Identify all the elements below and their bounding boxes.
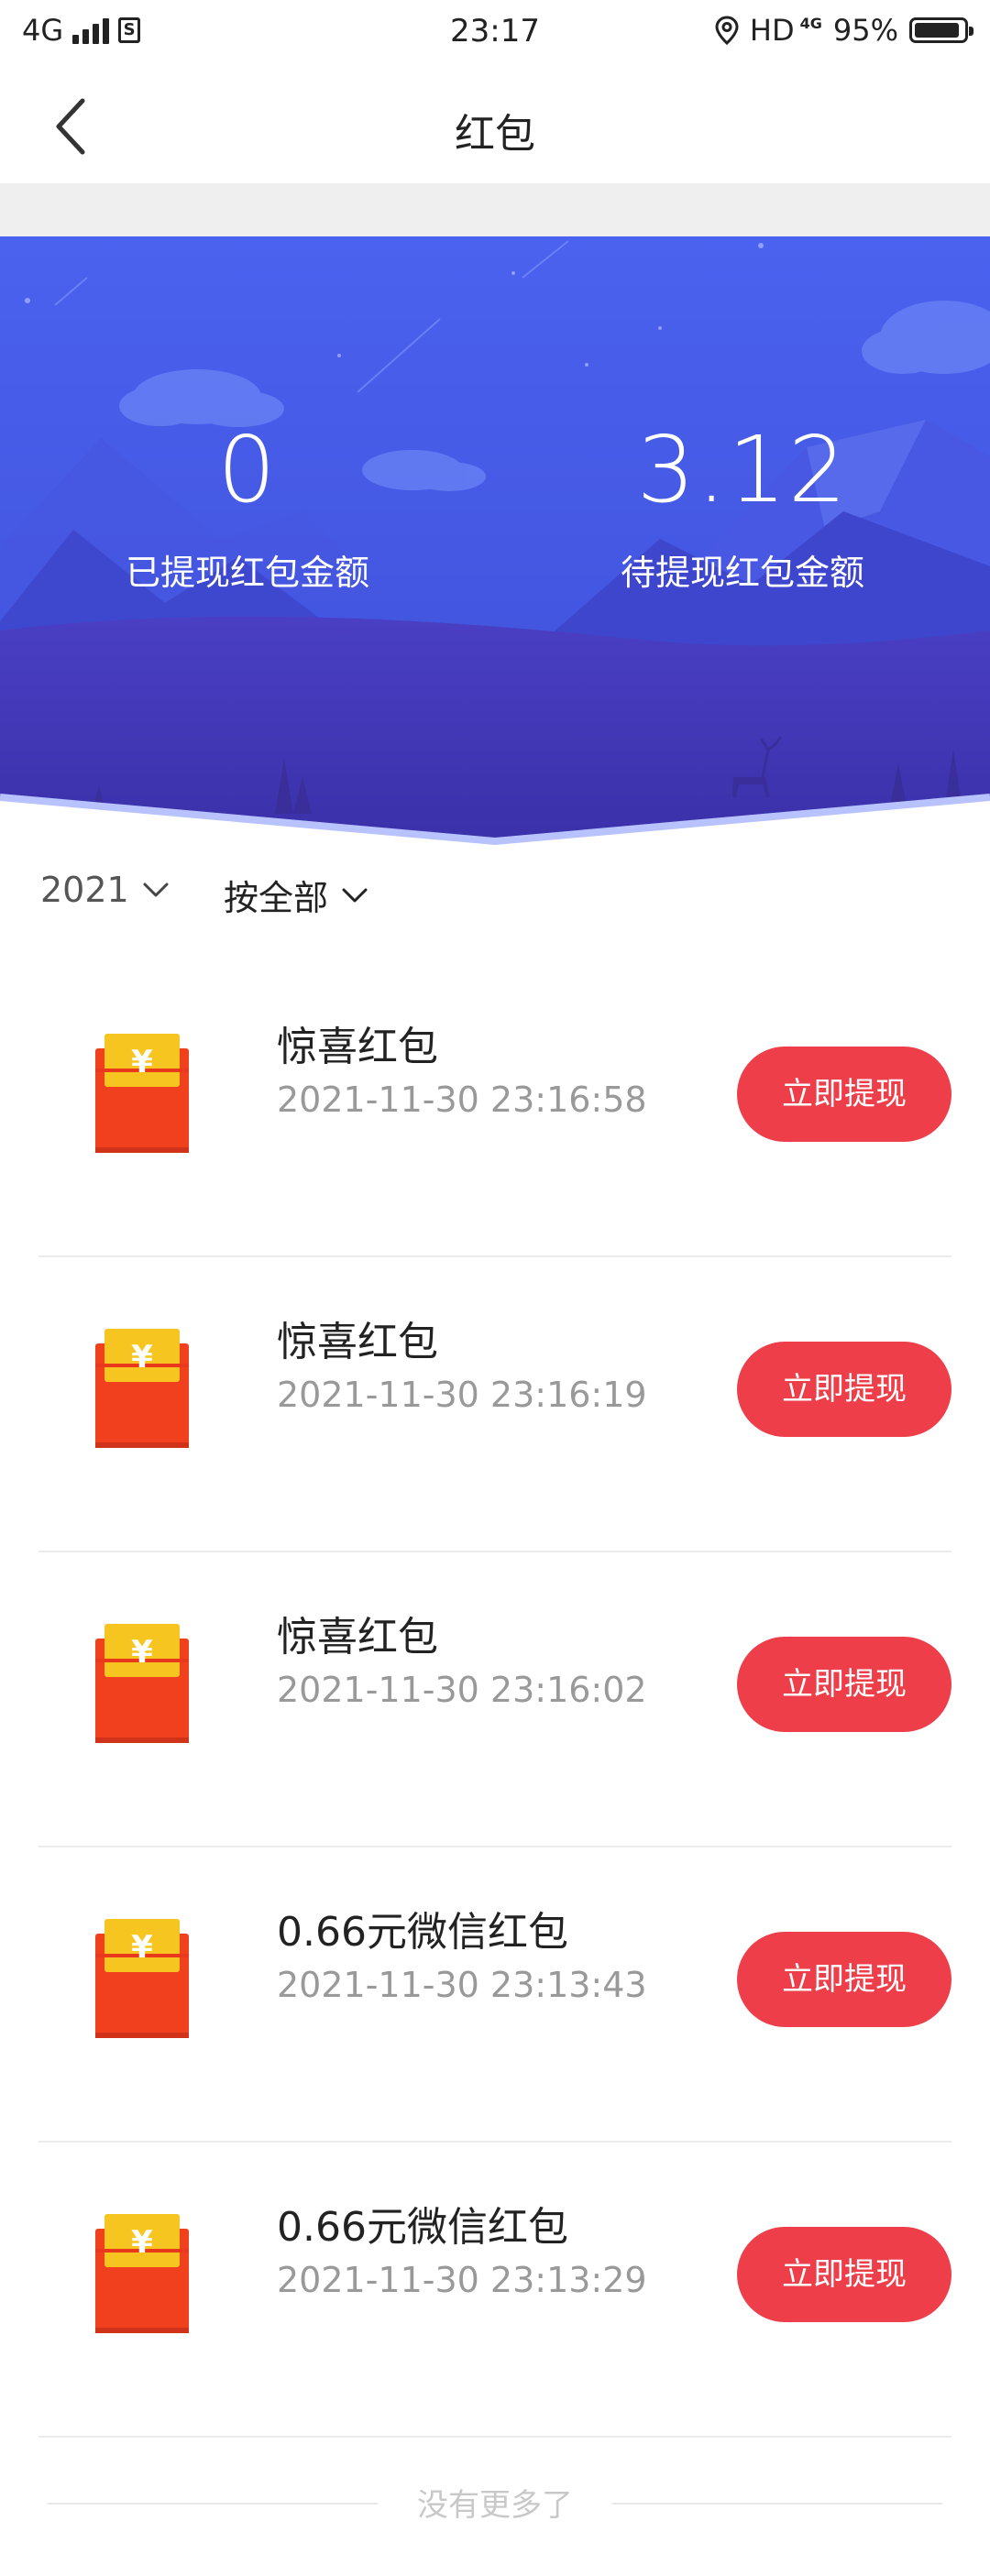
header-spacer [0, 183, 990, 236]
list-item: ¥ 惊喜红包 2021-11-30 23:16:58 立即提现 [0, 962, 990, 1257]
status-bar: 4G S 23:17 HD 4G 95% [0, 0, 990, 66]
chevron-down-icon [342, 888, 368, 902]
item-time: 2021-11-30 23:16:58 [277, 1080, 647, 1120]
footer-line-right [612, 2503, 942, 2505]
divider [38, 2436, 952, 2438]
list-item: ¥ 惊喜红包 2021-11-30 23:16:02 立即提现 [0, 1552, 990, 1847]
network-small: 4G [799, 15, 822, 32]
item-title: 惊喜红包 [277, 1319, 438, 1365]
item-time: 2021-11-30 23:16:19 [277, 1375, 647, 1415]
status-right: HD 4G 95% [715, 13, 974, 48]
svg-text:¥: ¥ [131, 1339, 153, 1376]
pending-label: 待提现红包金额 [620, 553, 864, 593]
pending-stat: 3.12 待提现红包金额 [495, 420, 990, 595]
page-title: 红包 [455, 111, 535, 158]
svg-text:¥: ¥ [131, 1929, 153, 1966]
withdraw-button[interactable]: 立即提现 [737, 1047, 952, 1142]
withdrawn-amount: 0 [217, 416, 278, 523]
withdraw-button[interactable]: 立即提现 [737, 1932, 952, 2027]
hd-indicator: HD [749, 13, 795, 48]
withdraw-button[interactable]: 立即提现 [737, 1637, 952, 1732]
no-more-footer: 没有更多了 [0, 2480, 990, 2526]
withdrawn-label: 已提现红包金额 [125, 553, 369, 593]
svg-text:¥: ¥ [131, 2224, 153, 2261]
item-title: 惊喜红包 [277, 1024, 438, 1070]
list-item: ¥ 惊喜红包 2021-11-30 23:16:19 立即提现 [0, 1257, 990, 1552]
red-envelope-icon: ¥ [95, 2214, 189, 2333]
item-title: 惊喜红包 [277, 1614, 438, 1661]
nav-bar: 红包 [0, 66, 990, 183]
pending-amount: 3.12 [636, 416, 849, 523]
type-filter-label: 按全部 [224, 878, 329, 918]
year-filter-label: 2021 [40, 870, 129, 910]
year-filter[interactable]: 2021 [40, 870, 170, 910]
summary-banner: 0 已提现红包金额 3.12 待提现红包金额 [0, 236, 990, 846]
type-filter[interactable]: 按全部 [224, 870, 368, 920]
battery-icon [909, 17, 974, 43]
chevron-down-icon [143, 882, 169, 897]
red-envelope-icon: ¥ [95, 1919, 189, 2038]
svg-text:¥: ¥ [131, 1044, 153, 1080]
red-envelope-icon: ¥ [95, 1624, 189, 1743]
battery-percent: 95% [832, 13, 898, 48]
filter-bar: 2021 按全部 [0, 857, 990, 930]
list-item: ¥ 0.66元微信红包 2021-11-30 23:13:43 立即提现 [0, 1847, 990, 2143]
red-envelope-icon: ¥ [95, 1034, 189, 1153]
item-title: 0.66元微信红包 [277, 2204, 568, 2251]
withdrawn-stat: 0 已提现红包金额 [0, 420, 495, 595]
svg-text:¥: ¥ [131, 1634, 153, 1671]
withdraw-button[interactable]: 立即提现 [737, 1342, 952, 1437]
red-envelope-icon: ¥ [95, 1329, 189, 1448]
item-title: 0.66元微信红包 [277, 1909, 568, 1956]
withdraw-button[interactable]: 立即提现 [737, 2227, 952, 2322]
list-item: ¥ 0.66元微信红包 2021-11-30 23:13:29 立即提现 [0, 2143, 990, 2438]
item-time: 2021-11-30 23:13:29 [277, 2260, 647, 2300]
item-time: 2021-11-30 23:16:02 [277, 1670, 647, 1710]
location-icon [715, 16, 739, 45]
item-time: 2021-11-30 23:13:43 [277, 1965, 647, 2005]
